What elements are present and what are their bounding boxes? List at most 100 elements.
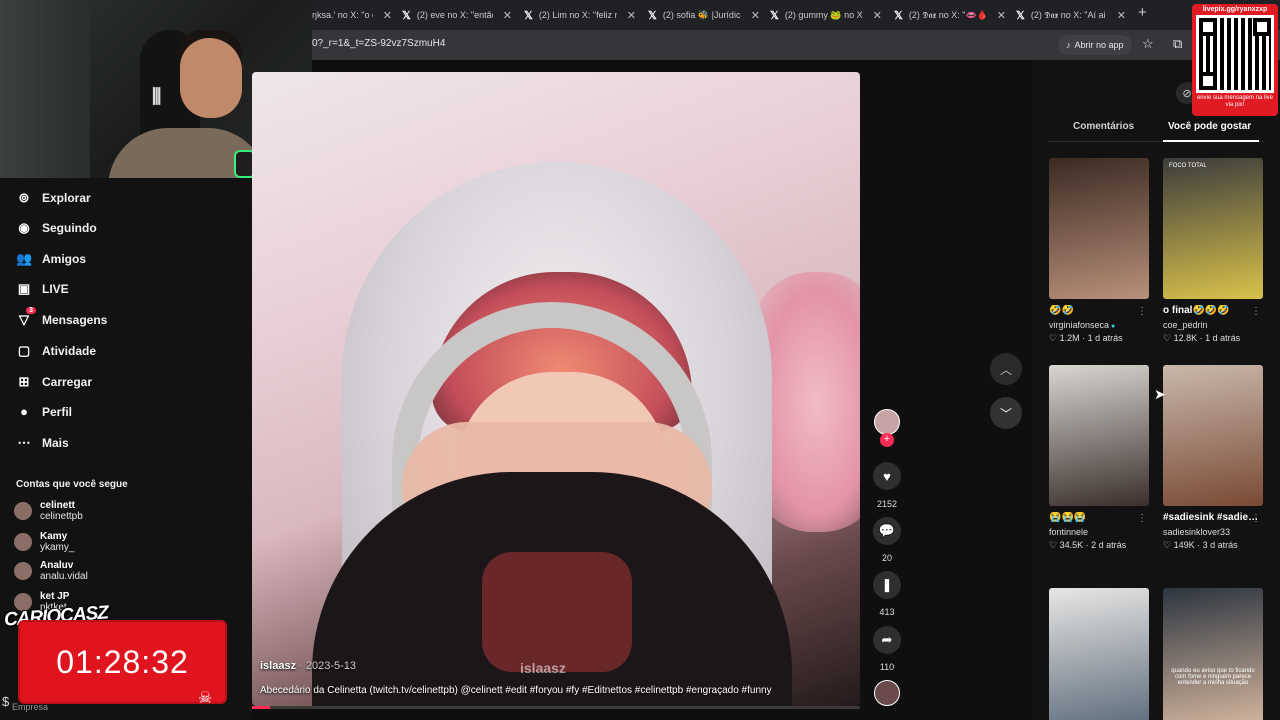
browser-tab-title: (2) gummy 🐸 no X: [784,9,863,20]
bookmark-star-icon[interactable]: ☆ [1142,36,1154,52]
card-more-icon[interactable]: ⋮ [1137,513,1147,524]
sidebar-item-atividade[interactable]: ▢ Atividade [16,343,96,359]
messages-icon: ▽ 3 [16,307,36,328]
close-tab-icon[interactable]: ✕ [383,9,392,22]
video-thumbnail[interactable] [1049,365,1149,506]
tab-comments[interactable]: Comentários [1073,121,1134,132]
sidebar-item-live[interactable]: ▣ LIVE [16,281,69,297]
sidebar-item-mais[interactable]: ⋯ Mais [16,435,69,451]
next-video-button[interactable]: ﹀ [990,397,1022,429]
sidebar-item-explorar[interactable]: ⊚ Explorar [16,190,91,206]
suggested-video-card[interactable]: 🤣🤣 ⋮ virginiafonseca ● ♡ 1.2M · 1 d atrás [1049,158,1149,344]
card-likes: 12.8K [1173,333,1198,343]
tab-suggested[interactable]: Você pode gostar [1168,121,1251,132]
account-name: Kamy [40,531,68,542]
sidebar-item-label: Mais [42,436,69,450]
sidebar-item-mensagens[interactable]: ▽ 3 Mensagens [16,307,108,328]
friends-icon: 👥 [16,251,33,266]
open-in-app-label: Abrir no app [1074,40,1124,50]
video-progress-bar[interactable] [252,706,860,709]
card-author[interactable]: fontinnele [1049,527,1088,537]
video-progress-fill [252,706,271,709]
browser-tab[interactable]: 𝕏 (2) eve no X: "então e ✕ [402,6,512,24]
video-author[interactable]: islaasz [260,660,296,672]
suggested-video-card[interactable]: FOCO TOTAL o final🤣🤣🤣 ⋮ coe_pedrin ♡ 12.8K ·… [1163,158,1263,344]
followed-account[interactable]: celinett celinettpb [14,500,83,522]
video-thumbnail[interactable]: quando eu aviso que to ficando com fome … [1163,588,1263,720]
close-tab-icon[interactable]: ✕ [503,9,512,22]
tiktok-icon: ♪ [1066,40,1071,50]
chair-logo-icon: ⫴ [152,84,162,109]
like-button[interactable]: ♥ [873,462,901,490]
browser-tab[interactable]: 𝕏 (2) sofia 🐝 |Jurídico I ✕ [648,6,760,24]
suggested-video-card[interactable]: quando eu aviso que to ficando com fome … [1163,588,1263,720]
sidebar-item-label: Mensagens [42,313,108,327]
video-thumbnail[interactable]: FOCO TOTAL [1163,158,1263,299]
browser-tab[interactable]: ŋksa.' no X: "o c ✕ [312,6,392,24]
share-button[interactable]: ➦ [873,626,901,654]
card-author[interactable]: sadiesinklover33 [1163,527,1230,537]
browser-tab[interactable]: 𝕏 (2) gummy 🐸 no X: ✕ [770,6,882,24]
browser-tab-title: (2) sofia 🐝 |Jurídico I [662,9,741,20]
heart-outline-icon: ♡ [1163,540,1174,550]
card-more-icon[interactable]: ⋮ [1251,513,1261,524]
sidebar-item-amigos[interactable]: 👥 Amigos [16,251,86,267]
open-in-app-button[interactable]: ♪ Abrir no app [1058,35,1132,55]
comment-button[interactable]: 💬 [873,517,901,545]
card-caption: 😭😭😭 [1049,512,1087,523]
suggested-video-card[interactable] [1049,588,1149,720]
sound-avatar[interactable] [874,680,900,706]
video-player[interactable]: islaasz [252,72,860,706]
close-tab-icon[interactable]: ✕ [873,9,882,22]
close-tab-icon[interactable]: ✕ [751,9,760,22]
card-more-icon[interactable]: ⋮ [1137,306,1147,317]
browser-tab[interactable]: 𝕏 (2) Lim no X: "feliz na ✕ [524,6,636,24]
card-more-icon[interactable]: ⋮ [1251,306,1261,317]
sidebar-item-perfil[interactable]: ● Perfil [16,404,72,419]
sidebar-item-carregar[interactable]: ⊞ Carregar [16,374,92,390]
account-handle: celinettpb [40,511,83,522]
close-tab-icon[interactable]: ✕ [627,9,636,22]
browser-tab-title: (2) eve no X: "então e [416,10,493,20]
suggested-video-card[interactable]: #sadiesink #sadieelizabethsink⋮ sadiesink… [1163,365,1263,551]
extensions-icon[interactable]: ⧉ [1173,36,1182,52]
streamer-face [180,38,242,118]
video-thumbnail[interactable] [1049,588,1149,720]
card-age: 1 d atrás [1205,333,1241,343]
avatar [14,562,32,580]
video-author-line[interactable]: islaasz · 2023-5-13 [260,660,356,672]
sidebar-item-seguindo[interactable]: ◉ Seguindo [16,220,96,236]
following-avatar-icon: ◉ [18,220,30,235]
browser-tab[interactable]: 𝕏 (2) 𝕯𝖆𝖝 no X: "Aí ai 👄 ✕ [1016,6,1126,24]
browser-tab[interactable]: 𝕏 (2) 𝕯𝖆𝖝 no X: "👄🩸 ✕ [894,6,1006,24]
suggested-video-card[interactable]: 😭😭😭 ⋮ fontinnele ♡ 34.5K · 2 d atrás [1049,365,1149,551]
previous-video-button[interactable]: ︿ [990,353,1022,385]
chevron-down-icon: ﹀ [999,406,1012,421]
followed-account[interactable]: Kamy ykamy_ [14,531,74,553]
video-thumbnail[interactable] [1049,158,1149,299]
close-tab-icon[interactable]: ✕ [997,9,1006,22]
new-tab-button[interactable]: + [1138,4,1147,21]
sidebar-item-label: LIVE [42,282,69,296]
sidebar-item-label: Carregar [42,375,93,389]
card-likes: 149K [1173,540,1195,550]
card-author[interactable]: virginiafonseca [1049,320,1109,330]
browser-tab-title: ŋksa.' no X: "o c [312,10,373,20]
card-author[interactable]: coe_pedrin [1163,320,1208,330]
sidebar-item-label: Explorar [42,191,91,205]
footer-company-link[interactable]: Empresa [12,702,48,712]
creator-avatar[interactable] [874,409,900,435]
save-button[interactable]: ❚ [873,571,901,599]
card-age: 3 d atrás [1202,540,1238,550]
follow-plus-icon[interactable]: + [880,433,894,447]
url-text[interactable]: 0?_r=1&_t=ZS-92vz7SzmuH4 [312,38,445,49]
account-handle: ykamy_ [40,542,75,553]
x-logo-icon: 𝕏 [402,9,411,22]
skull-icon: ☠ [198,690,213,707]
livepix-qr-overlay: livepix.gg/ryanxzxp envie sua mensagem n… [1192,4,1278,116]
video-thumbnail[interactable] [1163,365,1263,506]
verified-icon: ● [1109,323,1116,330]
followed-account[interactable]: Analuv analu.vidal [14,560,88,582]
close-tab-icon[interactable]: ✕ [1117,9,1126,22]
stream-timer: 01:28:32 [18,620,227,704]
